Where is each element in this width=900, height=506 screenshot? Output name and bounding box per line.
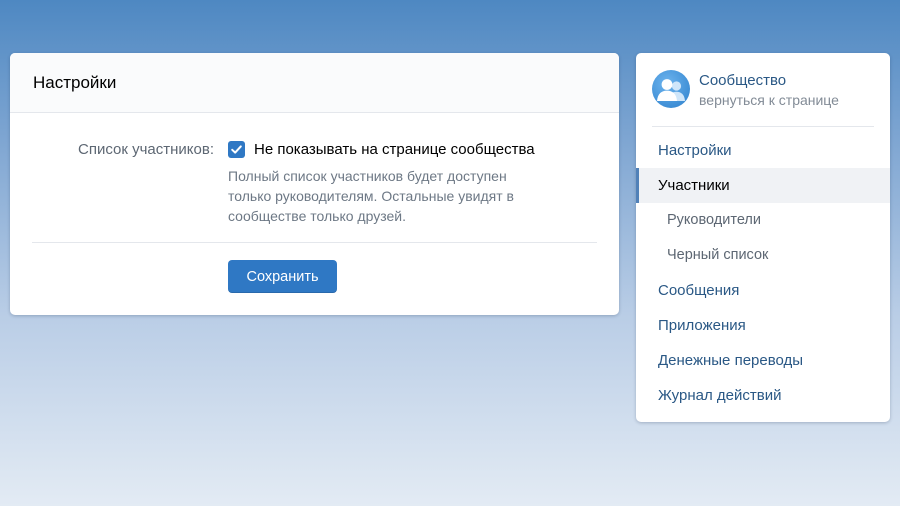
back-to-page-link[interactable]: вернуться к странице — [699, 92, 839, 108]
nav-item-money-transfers[interactable]: Денежные переводы — [636, 343, 890, 378]
nav-item-settings[interactable]: Настройки — [636, 133, 890, 168]
community-name[interactable]: Сообщество — [699, 72, 786, 89]
checkmark-icon — [231, 145, 242, 154]
nav-item-apps[interactable]: Приложения — [636, 308, 890, 343]
nav-item-action-log[interactable]: Журнал действий — [636, 378, 890, 413]
nav-item-blacklist[interactable]: Черный список — [636, 238, 890, 273]
members-list-label: Список участников: — [78, 141, 214, 158]
page-title: Настройки — [33, 72, 117, 92]
settings-card: Настройки Список участников: Не показыва… — [10, 53, 619, 315]
nav-item-managers[interactable]: Руководители — [636, 203, 890, 238]
community-avatar[interactable] — [652, 70, 690, 108]
nav-divider — [652, 126, 874, 127]
hide-members-hint: Полный список участников будет доступен … — [228, 168, 514, 224]
settings-nav: Настройки Участники Руководители Черный … — [636, 133, 890, 413]
community-header[interactable]: Сообщество вернуться к странице — [652, 70, 874, 110]
hide-members-checkbox-label[interactable]: Не показывать на странице сообщества — [254, 141, 535, 158]
settings-header: Настройки — [10, 53, 619, 113]
users-icon — [657, 79, 685, 101]
nav-item-messages[interactable]: Сообщения — [636, 273, 890, 308]
save-button[interactable]: Сохранить — [228, 260, 337, 293]
hide-members-checkbox[interactable] — [228, 141, 245, 158]
nav-item-members[interactable]: Участники — [636, 168, 890, 203]
community-nav-card: Сообщество вернуться к странице Настройк… — [636, 53, 890, 422]
form-divider — [32, 242, 597, 243]
